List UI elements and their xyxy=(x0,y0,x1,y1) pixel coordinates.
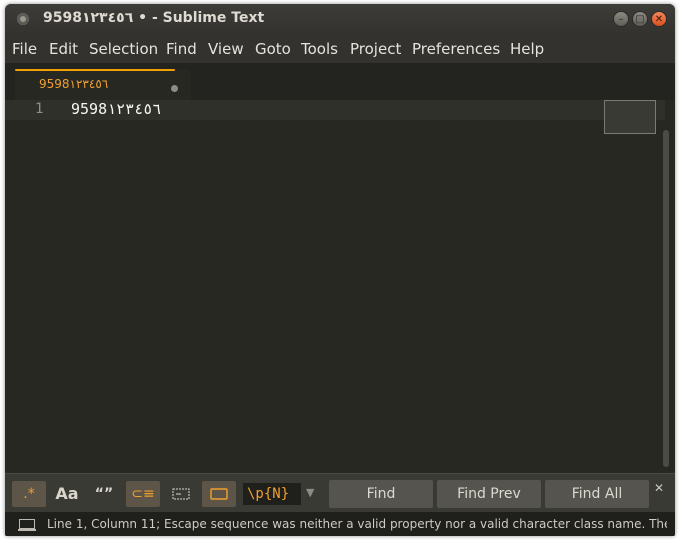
find-panel: .* Aa “” ⊂≡ \p{N} ▼ Find Find Prev Find … xyxy=(5,473,675,513)
menu-tools[interactable]: Tools xyxy=(301,40,338,58)
menu-edit[interactable]: Edit xyxy=(49,40,78,58)
menu-file[interactable]: File xyxy=(12,40,37,58)
maximize-button[interactable]: □ xyxy=(632,11,648,27)
window-title: 9598١٢٣٤٥٦ • - Sublime Text xyxy=(43,10,265,26)
menu-view[interactable]: View xyxy=(208,40,244,58)
menu-bar: File Edit Selection Find View Goto Tools… xyxy=(5,35,675,63)
menu-goto[interactable]: Goto xyxy=(255,40,291,58)
console-toggle-icon[interactable] xyxy=(18,519,36,531)
vertical-scrollbar[interactable] xyxy=(663,130,669,467)
regex-toggle[interactable]: .* xyxy=(12,481,46,507)
find-input[interactable]: \p{N} xyxy=(243,483,301,505)
minimize-button[interactable]: – xyxy=(613,11,629,27)
close-find-icon[interactable]: ✕ xyxy=(654,481,664,495)
status-message: Line 1, Column 11; Escape sequence was n… xyxy=(47,517,667,531)
menu-find[interactable]: Find xyxy=(166,40,197,58)
active-tab-indicator xyxy=(15,69,175,71)
menu-project[interactable]: Project xyxy=(350,40,401,58)
editor-area[interactable]: 1 9598١٢٣٤٥٦ xyxy=(5,100,675,473)
in-selection-toggle[interactable] xyxy=(166,481,196,507)
case-sensitive-toggle[interactable]: Aa xyxy=(51,481,83,507)
unsaved-dot-icon[interactable] xyxy=(171,85,178,92)
title-bar: 9598١٢٣٤٥٦ • - Sublime Text – □ ✕ xyxy=(5,4,675,35)
wrap-toggle[interactable]: ⊂≡ xyxy=(126,481,160,507)
menu-preferences[interactable]: Preferences xyxy=(412,40,500,58)
minimap-viewport[interactable] xyxy=(604,100,656,134)
tab-bar: 9598١٢٣٤٥٦ xyxy=(5,63,675,100)
tab-label: 9598١٢٣٤٥٦ xyxy=(39,77,109,91)
find-prev-button[interactable]: Find Prev xyxy=(437,480,541,508)
find-button[interactable]: Find xyxy=(329,480,433,508)
status-bar: Line 1, Column 11; Escape sequence was n… xyxy=(5,512,675,536)
close-button[interactable]: ✕ xyxy=(651,11,667,27)
highlight-matches-icon xyxy=(210,488,228,500)
sublime-window: 9598١٢٣٤٥٦ • - Sublime Text – □ ✕ File E… xyxy=(5,4,675,536)
in-selection-icon xyxy=(172,488,190,500)
file-tab[interactable]: 9598١٢٣٤٥٦ xyxy=(15,69,191,100)
line-number: 1 xyxy=(35,101,44,117)
find-all-button[interactable]: Find All xyxy=(545,480,649,508)
highlight-matches-toggle[interactable] xyxy=(202,481,236,507)
menu-selection[interactable]: Selection xyxy=(89,40,158,58)
menu-help[interactable]: Help xyxy=(510,40,544,58)
whole-word-toggle[interactable]: “” xyxy=(89,481,119,507)
app-icon xyxy=(17,13,29,25)
code-line[interactable]: 9598١٢٣٤٥٦ xyxy=(71,100,161,118)
find-history-arrow-icon[interactable]: ▼ xyxy=(306,486,314,499)
